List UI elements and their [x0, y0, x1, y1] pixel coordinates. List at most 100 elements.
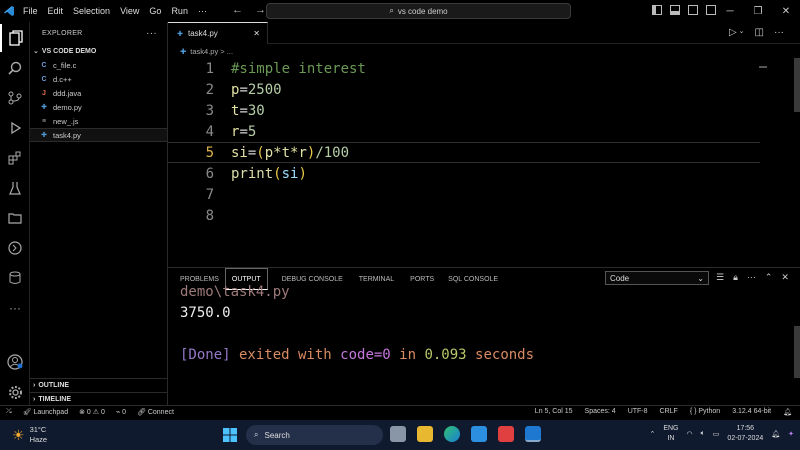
- minimize-icon[interactable]: ─: [716, 0, 744, 22]
- vscode-taskbar-icon[interactable]: [525, 426, 541, 442]
- outline-section[interactable]: › OUTLINE: [30, 378, 167, 392]
- input-language[interactable]: ENG IN: [663, 424, 678, 444]
- breadcrumb[interactable]: ✚ task4.py > ...: [168, 44, 233, 58]
- battery-icon[interactable]: ▭: [713, 430, 720, 438]
- problems-status[interactable]: ⊗ 0 ⚠ 0: [79, 408, 105, 416]
- testing-flask-icon[interactable]: [0, 174, 30, 202]
- code-token: 5: [247, 123, 257, 140]
- file-item-task4-py[interactable]: ✚ task4.py: [30, 128, 167, 142]
- restore-icon[interactable]: ❐: [744, 0, 772, 22]
- code-editor[interactable]: 1 #simple interest 2 p=2500 3 t=30 4 r=5…: [168, 58, 800, 267]
- file-item-d-cpp[interactable]: C d.c++: [30, 72, 167, 86]
- notification-bell-icon[interactable]: 🔔︎: [771, 430, 780, 438]
- tab-task4-py[interactable]: ✚ task4.py ✕: [168, 22, 268, 44]
- explorer-more-icon[interactable]: ···: [146, 28, 157, 39]
- task-view-icon[interactable]: [390, 426, 406, 442]
- forward-arrow-icon[interactable]: →: [255, 4, 266, 16]
- cursor-position[interactable]: Ln 5, Col 15: [535, 408, 573, 416]
- indentation[interactable]: Spaces: 4: [585, 408, 616, 416]
- wifi-icon[interactable]: ◠: [686, 430, 692, 438]
- notifications-bell-icon[interactable]: 🔔︎: [783, 408, 792, 416]
- mail-app-icon[interactable]: [498, 426, 514, 442]
- remote-status-icon[interactable]: ⤯: [6, 408, 12, 416]
- close-icon[interactable]: ✕: [772, 0, 800, 22]
- tray-chevron-up-icon[interactable]: ⌃: [649, 430, 655, 438]
- menu-more[interactable]: ···: [193, 6, 212, 16]
- volume-icon[interactable]: 🔈︎: [701, 430, 705, 438]
- explorer-icon[interactable]: [0, 24, 30, 52]
- run-file-icon[interactable]: ▷: [729, 27, 737, 38]
- ports-status[interactable]: ⌁ 0: [116, 408, 126, 416]
- language-mode[interactable]: { } Python: [690, 408, 720, 416]
- edge-browser-icon[interactable]: [444, 426, 460, 442]
- code-token: si: [281, 165, 299, 182]
- command-center-search[interactable]: ⌕ vs code demo: [266, 3, 571, 19]
- account-icon[interactable]: [0, 348, 30, 376]
- output-code: code=0: [340, 347, 391, 363]
- interpreter-version[interactable]: 3.12.4 64-bit: [732, 408, 771, 416]
- store-icon[interactable]: [471, 426, 487, 442]
- file-item-demo-py[interactable]: ✚ demo.py: [30, 100, 167, 114]
- c-file-icon: C: [41, 75, 47, 83]
- editor-more-icon[interactable]: ···: [774, 27, 784, 38]
- back-arrow-icon[interactable]: ←: [232, 4, 243, 16]
- file-item-new-js[interactable]: ≡ new_.js: [30, 114, 167, 128]
- end-of-line[interactable]: CRLF: [660, 408, 678, 416]
- launchpad-status[interactable]: 🚀︎ Launchpad: [23, 408, 69, 416]
- taskbar-search[interactable]: ⌕ Search: [246, 425, 383, 445]
- remote-icon[interactable]: [0, 234, 30, 262]
- lock-icon[interactable]: 🔒︎: [733, 272, 738, 283]
- more-icon[interactable]: ···: [747, 272, 756, 283]
- timeline-section[interactable]: › TIMELINE: [30, 392, 167, 406]
- code-token: =: [239, 102, 248, 119]
- close-panel-icon[interactable]: ✕: [781, 272, 789, 283]
- code-token: ): [298, 165, 307, 182]
- run-debug-icon[interactable]: [0, 114, 30, 142]
- python-file-icon: ✚: [41, 104, 47, 111]
- toggle-panel-icon[interactable]: [670, 5, 680, 15]
- activity-bar: ···: [0, 22, 30, 405]
- database-icon[interactable]: [0, 264, 30, 292]
- menu-bar: File Edit Selection View Go Run ···: [18, 6, 212, 16]
- output-channel-select[interactable]: Code ⌄: [605, 271, 709, 285]
- filter-list-icon[interactable]: ☰: [716, 272, 724, 283]
- text-file-icon: ≡: [41, 117, 47, 125]
- file-item-c-file[interactable]: C c_file.c: [30, 58, 167, 72]
- menu-file[interactable]: File: [18, 6, 43, 16]
- file-item-ddd-java[interactable]: J ddd.java: [30, 86, 167, 100]
- search-icon[interactable]: [0, 54, 30, 82]
- windows-start-icon[interactable]: [223, 428, 237, 444]
- menu-selection[interactable]: Selection: [68, 6, 115, 16]
- copilot-icon[interactable]: ✦: [788, 430, 794, 438]
- menu-view[interactable]: View: [115, 6, 144, 16]
- system-clock[interactable]: 17:56 02-07-2024: [727, 424, 763, 444]
- panel-scrollbar[interactable]: [794, 326, 800, 378]
- folder-root[interactable]: ⌄ VS CODE DEMO: [30, 44, 167, 58]
- split-editor-icon[interactable]: ◫: [755, 27, 764, 38]
- code-line: 2 p=2500: [168, 79, 760, 100]
- chevron-up-icon[interactable]: ⌃: [765, 272, 773, 283]
- more-icon[interactable]: ···: [0, 294, 30, 322]
- encoding[interactable]: UTF-8: [628, 408, 648, 416]
- customize-layout-icon[interactable]: [706, 5, 716, 15]
- chevron-right-icon: ›: [33, 396, 36, 403]
- source-control-icon[interactable]: [0, 84, 30, 112]
- breadcrumb-text: task4.py > ...: [190, 46, 234, 56]
- toggle-sidebar-icon[interactable]: [652, 5, 662, 15]
- weather-widget[interactable]: ☀ 31°C Haze: [12, 425, 47, 445]
- settings-gear-icon[interactable]: [0, 378, 30, 406]
- menu-go[interactable]: Go: [144, 6, 166, 16]
- connect-status[interactable]: 🔗︎ Connect: [137, 408, 174, 416]
- menu-edit[interactable]: Edit: [43, 6, 69, 16]
- close-tab-icon[interactable]: ✕: [253, 29, 260, 38]
- chevron-down-icon: ⌄: [33, 48, 39, 55]
- extensions-icon[interactable]: [0, 144, 30, 172]
- folder-icon[interactable]: [0, 204, 30, 232]
- code-line: 8: [168, 205, 760, 226]
- output-value: 3750.0: [180, 305, 231, 321]
- editor-scrollbar[interactable]: [794, 58, 800, 112]
- toggle-secondary-sidebar-icon[interactable]: [688, 5, 698, 15]
- run-dropdown-icon[interactable]: ⌄: [739, 27, 745, 38]
- menu-run[interactable]: Run: [166, 6, 193, 16]
- file-explorer-icon[interactable]: [417, 426, 433, 442]
